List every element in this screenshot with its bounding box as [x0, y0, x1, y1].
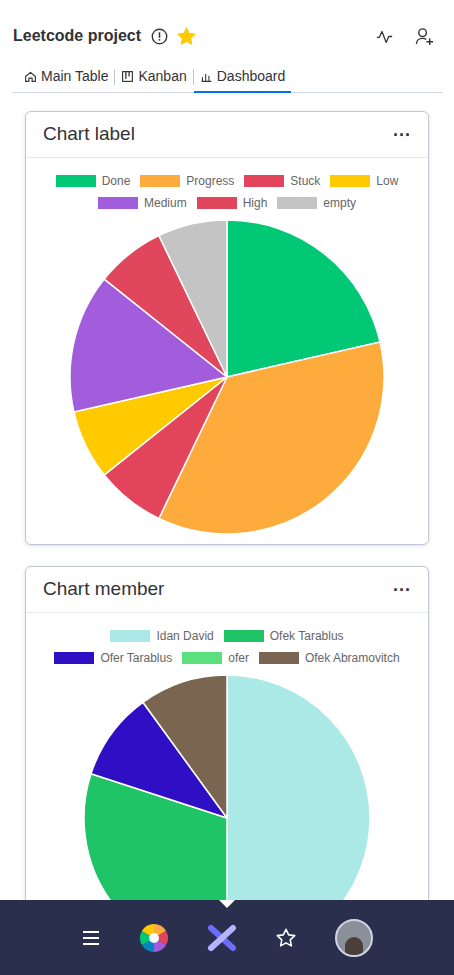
pie-slice[interactable] — [159, 220, 227, 377]
active-notch — [219, 900, 235, 908]
legend-item[interactable]: Ofek Abramovitch — [259, 651, 400, 665]
legend-swatch — [277, 197, 317, 209]
bottom-nav — [0, 900, 454, 975]
app-x-logo-icon[interactable] — [207, 923, 237, 953]
legend-label: Stuck — [290, 174, 320, 188]
menu-icon[interactable] — [81, 928, 101, 948]
activity-icon[interactable] — [376, 28, 393, 45]
legend-swatch — [224, 630, 264, 642]
legend-swatch — [54, 652, 94, 664]
legend-label: Low — [376, 174, 398, 188]
legend-label: High — [243, 196, 268, 210]
legend-label: Ofer Tarablus — [100, 651, 172, 665]
board-header: Leetcode project — [0, 22, 454, 50]
legend-label: Ofek Abramovitch — [305, 651, 400, 665]
legend-item[interactable]: Done — [56, 174, 131, 188]
legend-item[interactable]: Medium — [98, 196, 187, 210]
tab-label: Dashboard — [217, 66, 286, 87]
legend-label: ofer — [228, 651, 249, 665]
legend-item[interactable]: Idan David — [110, 629, 213, 643]
chart-card: Chart label ··· Done Progress Stuck Low Medium… — [25, 111, 429, 545]
legend-item[interactable]: Ofer Tarablus — [54, 651, 172, 665]
legend-swatch — [197, 197, 237, 209]
tab-label: Kanban — [138, 66, 186, 87]
legend-swatch — [140, 175, 180, 187]
chart-menu-button[interactable]: ··· — [393, 126, 411, 144]
chart-icon — [200, 70, 213, 83]
chart-legend: Idan David Ofek Tarablus Ofer Tarablus ofer… — [26, 613, 428, 665]
legend-label: Done — [102, 174, 131, 188]
info-icon[interactable] — [151, 28, 168, 45]
home-icon — [24, 70, 37, 83]
legend-swatch — [182, 652, 222, 664]
chart-legend: Done Progress Stuck Low Medium High empty — [26, 158, 428, 210]
pie-chart — [26, 210, 428, 544]
legend-swatch — [244, 175, 284, 187]
view-tab[interactable]: Dashboard — [194, 62, 292, 93]
dashboard: Chart label ··· Done Progress Stuck Low Medium… — [25, 111, 429, 972]
legend-item[interactable]: empty — [277, 196, 356, 210]
tab-separator — [114, 69, 115, 85]
chart-menu-button[interactable]: ··· — [393, 581, 411, 599]
user-avatar[interactable] — [335, 919, 373, 957]
workspace-logo-icon[interactable] — [139, 923, 169, 953]
legend-swatch — [56, 175, 96, 187]
tab-label: Main Table — [41, 66, 108, 87]
legend-item[interactable]: Low — [330, 174, 398, 188]
legend-item[interactable]: Ofek Tarablus — [224, 629, 344, 643]
pie-slice[interactable] — [143, 675, 227, 818]
chart-title[interactable]: Chart member — [43, 575, 164, 604]
invite-user-icon[interactable] — [415, 27, 434, 46]
app-screen: Leetcode project Main Table Kanban Dashboa… — [0, 0, 454, 975]
favorite-star-icon[interactable] — [176, 26, 197, 47]
legend-item[interactable]: ofer — [182, 651, 249, 665]
favorites-star-icon[interactable] — [275, 927, 297, 949]
chart-header: Chart label ··· — [26, 112, 428, 158]
pie-chart-svg — [69, 219, 385, 535]
chart-header: Chart member ··· — [26, 567, 428, 613]
legend-label: empty — [323, 196, 356, 210]
kanban-icon — [121, 70, 134, 83]
legend-swatch — [110, 630, 150, 642]
view-tab[interactable]: Main Table — [18, 62, 114, 93]
legend-label: Ofek Tarablus — [270, 629, 344, 643]
legend-swatch — [330, 175, 370, 187]
view-tab[interactable]: Kanban — [115, 62, 192, 93]
legend-swatch — [98, 197, 138, 209]
legend-label: Idan David — [156, 629, 213, 643]
legend-label: Progress — [186, 174, 234, 188]
legend-swatch — [259, 652, 299, 664]
legend-item[interactable]: Progress — [140, 174, 234, 188]
view-tabs: Main Table Kanban Dashboard — [12, 62, 442, 93]
legend-label: Medium — [144, 196, 187, 210]
board-title[interactable]: Leetcode project — [13, 24, 141, 48]
legend-item[interactable]: High — [197, 196, 268, 210]
chart-title[interactable]: Chart label — [43, 120, 135, 149]
legend-item[interactable]: Stuck — [244, 174, 320, 188]
